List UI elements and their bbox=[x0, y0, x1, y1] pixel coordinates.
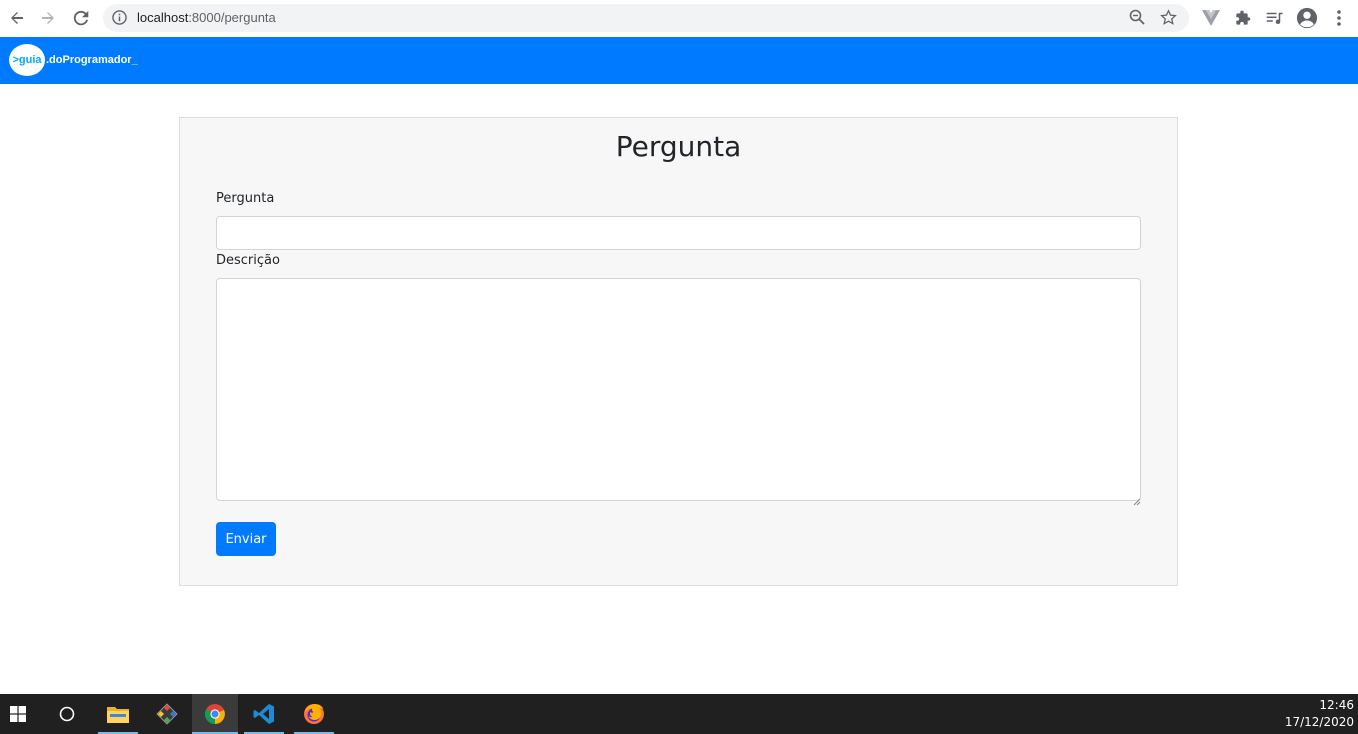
description-label: Descrição bbox=[216, 253, 280, 268]
brand-logo[interactable]: >guia .doProgramador_ bbox=[9, 44, 138, 76]
vscode-icon[interactable] bbox=[244, 694, 284, 734]
back-button[interactable] bbox=[5, 6, 29, 30]
system-clock[interactable]: 12:46 17/12/2020 bbox=[1285, 697, 1354, 731]
chrome-icon[interactable] bbox=[192, 694, 238, 734]
brand-circle: >guia bbox=[9, 44, 45, 76]
brand-text: .doProgramador_ bbox=[46, 54, 138, 66]
reload-icon bbox=[73, 10, 89, 26]
browser-toolbar: localhost:8000/pergunta bbox=[0, 0, 1358, 37]
vue-devtools-icon[interactable] bbox=[1199, 6, 1223, 30]
extensions-icon[interactable] bbox=[1231, 6, 1255, 30]
windows-start-icon[interactable] bbox=[0, 694, 36, 734]
forward-icon bbox=[42, 12, 54, 24]
clock-time: 12:46 bbox=[1319, 698, 1354, 712]
question-card: Pergunta Pergunta Descrição Enviar bbox=[179, 117, 1178, 586]
submit-button[interactable]: Enviar bbox=[216, 522, 276, 556]
address-bar[interactable]: localhost:8000/pergunta bbox=[103, 4, 1189, 32]
reload-button[interactable] bbox=[69, 6, 93, 30]
back-icon bbox=[11, 12, 23, 24]
description-textarea[interactable] bbox=[216, 278, 1141, 501]
url-path: :8000/pergunta bbox=[188, 10, 276, 25]
media-icon[interactable] bbox=[1263, 6, 1287, 30]
site-navbar: >guia .doProgramador_ bbox=[0, 37, 1358, 84]
search-circle-icon[interactable] bbox=[47, 694, 87, 734]
windows-taskbar: 12:46 17/12/2020 bbox=[0, 694, 1358, 734]
question-input[interactable] bbox=[216, 216, 1141, 250]
zoom-icon[interactable] bbox=[1129, 9, 1145, 30]
brand-circle-text: >guia bbox=[12, 54, 42, 66]
star-icon[interactable] bbox=[1160, 9, 1177, 31]
menu-icon[interactable] bbox=[1327, 6, 1351, 30]
firefox-icon[interactable] bbox=[294, 694, 334, 734]
url-host: localhost bbox=[137, 10, 189, 25]
forward-button[interactable] bbox=[36, 6, 60, 30]
resize-handle-icon[interactable] bbox=[1133, 493, 1141, 506]
file-explorer-icon[interactable] bbox=[98, 694, 138, 734]
info-icon[interactable] bbox=[112, 10, 127, 30]
url-text[interactable]: localhost:8000/pergunta bbox=[137, 10, 276, 25]
page-title: Pergunta bbox=[615, 130, 742, 163]
profile-icon[interactable] bbox=[1295, 6, 1319, 30]
clock-date: 17/12/2020 bbox=[1284, 715, 1354, 729]
git-icon[interactable] bbox=[147, 694, 187, 734]
question-label: Pergunta bbox=[216, 191, 275, 206]
